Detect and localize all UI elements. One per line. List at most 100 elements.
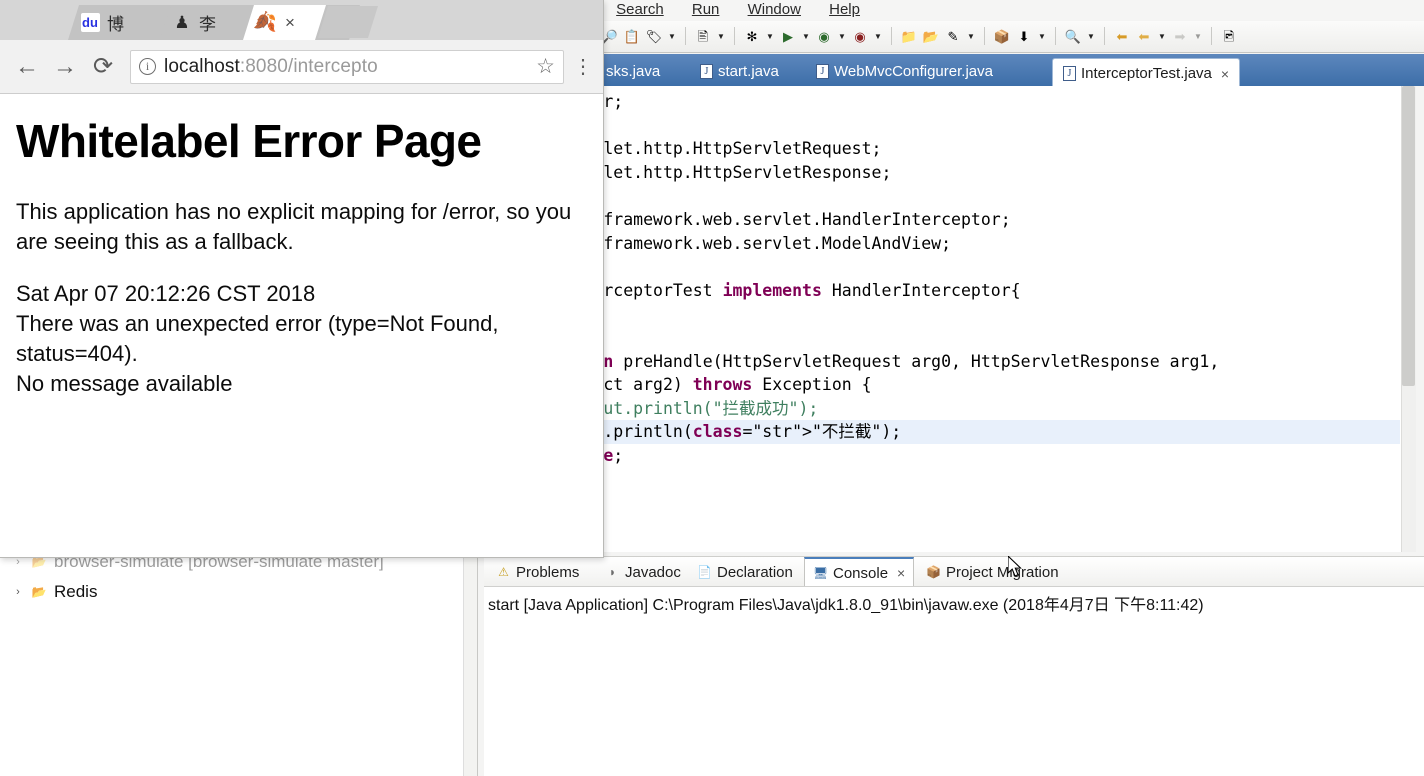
url-path: :8080/intercepto (239, 55, 378, 77)
browser-tab-4-active[interactable]: 🍂 × (243, 5, 326, 40)
bookmark-star-icon[interactable]: ☆ (536, 54, 555, 79)
chrome-menu-icon[interactable]: ⋮ (570, 57, 596, 77)
open-type-icon[interactable]: 🖹 (693, 25, 713, 47)
debug-icon[interactable]: ✻ (742, 25, 762, 47)
url-host: localhost (164, 55, 240, 77)
browser-tab-title: 李 (199, 15, 216, 35)
toolbar-separator (891, 27, 892, 45)
back-star-icon[interactable]: ⬅ (1112, 25, 1132, 47)
code-line: System.out.println(class="str">"不拦截"); (502, 420, 1400, 444)
reload-button[interactable]: ⟳ (84, 48, 122, 86)
open-folder-icon[interactable]: 📂 (921, 25, 941, 47)
page-error-detail: There was an unexpected error (type=Not … (16, 310, 499, 366)
editor-tab-strip: sks.java J start.java J WebMvcConfigurer… (484, 54, 1424, 88)
code-editor[interactable]: lkl.browser; javax.servlet.http.HttpServl… (484, 86, 1416, 552)
declaration-icon: 📄 (697, 565, 712, 579)
baidu-favicon: du (82, 15, 98, 30)
site-info-icon[interactable]: i (139, 58, 156, 75)
project-migration-icon: 📦 (926, 565, 941, 579)
bottom-tab-label: Javadoc (625, 563, 681, 581)
screen: Search Run Window Help 🔎 📋 🏷 ▼ 🖹 ▼ ✻ ▼ ▶… (0, 0, 1424, 776)
java-file-icon: J (816, 63, 829, 79)
package-icon[interactable]: 📦 (992, 25, 1012, 47)
menu-item-search[interactable]: Search (604, 0, 676, 20)
restore-perspective-icon[interactable]: 🖻 (1219, 25, 1239, 47)
page-content: Whitelabel Error Page This application h… (0, 94, 603, 557)
new-folder-icon[interactable]: 📁 (899, 25, 919, 47)
code-line: javax.servlet.http.HttpServletResponse; (504, 162, 892, 182)
menu-item-help[interactable]: Help (817, 0, 872, 20)
problems-icon: ⚠ (498, 565, 509, 579)
package-explorer[interactable]: › 📂 browser-simulate [browser-simulate m… (0, 552, 478, 776)
tab-problems[interactable]: ⚠ Problems (488, 559, 587, 585)
run-external-tools-icon[interactable]: ◉ (814, 25, 834, 47)
new-class-icon[interactable]: 🏷 (644, 25, 664, 47)
code-line: Object arg2) throws Exception { (564, 375, 872, 395)
chevron-down-icon[interactable]: ▼ (965, 25, 977, 47)
chevron-down-icon[interactable]: ▼ (715, 25, 727, 47)
tree-item-redis[interactable]: › 📂 Redis (0, 580, 477, 604)
chevron-down-icon[interactable]: ▼ (1156, 25, 1168, 47)
editor-tab-webmvcconfigurer-java[interactable]: J WebMvcConfigurer.java (806, 56, 1003, 86)
new-java-project-icon[interactable]: 📋 (622, 25, 642, 47)
chevron-down-icon[interactable]: ▼ (1192, 25, 1204, 47)
bottom-tab-label: Console (833, 564, 889, 582)
search-icon[interactable]: 🔍 (1063, 25, 1083, 47)
editor-tab-tasks-java[interactable]: sks.java (596, 56, 670, 86)
browser-tab-1[interactable]: du 博 (68, 5, 176, 40)
run-icon[interactable]: ▶ (778, 25, 798, 47)
browser-omnibox-bar: ← → ⟳ i localhost:8080/intercepto ☆ ⋮ (0, 40, 603, 94)
toolbar-separator (734, 27, 735, 45)
chevron-down-icon[interactable]: ▼ (1036, 25, 1048, 47)
project-icon: 📂 (31, 585, 47, 599)
forward-button[interactable]: → (46, 48, 84, 86)
coverage-icon[interactable]: ◉ (850, 25, 870, 47)
chevron-right-icon[interactable]: › (12, 586, 24, 598)
page-message: No message available (16, 370, 233, 396)
close-icon[interactable]: × (285, 13, 295, 33)
editor-tab-label: InterceptorTest.java (1081, 65, 1212, 82)
page-title: Whitelabel Error Page (16, 115, 482, 167)
address-bar-url: localhost:8080/intercepto (164, 56, 378, 78)
code-line: org.springframework.web.servlet.HandlerI… (504, 209, 1011, 229)
bottom-tab-label: Problems (516, 563, 580, 581)
tab-project-migration[interactable]: 📦 Project Migration (918, 559, 1067, 585)
editor-vertical-scrollbar[interactable] (1401, 86, 1416, 552)
package-explorer-scrollbar[interactable] (463, 552, 477, 776)
editor-tab-interceptortest-java[interactable]: J InterceptorTest.java × (1052, 58, 1241, 88)
chevron-down-icon[interactable]: ▼ (666, 25, 678, 47)
close-icon[interactable]: × (897, 565, 905, 581)
download-icon[interactable]: ⬇ (1014, 25, 1034, 47)
chevron-down-icon[interactable]: ▼ (1085, 25, 1097, 47)
menu-item-window[interactable]: Window (736, 0, 813, 20)
page-timestamp: Sat Apr 07 20:12:26 CST 2018 (16, 280, 316, 306)
chevron-down-icon[interactable]: ▼ (872, 25, 884, 47)
scrollbar-thumb[interactable] (1402, 86, 1415, 386)
edit-icon[interactable]: ✎ (943, 25, 963, 47)
menu-item-run[interactable]: Run (680, 0, 732, 20)
code-line: javax.servlet.http.HttpServletRequest; (504, 139, 882, 159)
chevron-down-icon[interactable]: ▼ (800, 25, 812, 47)
console-icon: 🖥 (812, 566, 829, 580)
chevron-down-icon[interactable]: ▼ (836, 25, 848, 47)
code-line: lkl.browser; (502, 90, 1400, 114)
chevron-down-icon[interactable]: ▼ (764, 25, 776, 47)
back-icon[interactable]: ⬅ (1134, 25, 1154, 47)
code-line: class InterceptorTest implements Handler… (504, 280, 1021, 300)
tab-javadoc[interactable]: ◗ Javadoc (597, 559, 689, 585)
back-button[interactable]: ← (8, 48, 46, 86)
console-view[interactable]: start [Java Application] C:\Program File… (484, 586, 1424, 776)
editor-tab-start-java[interactable]: J start.java (690, 56, 789, 86)
tab-console[interactable]: 🖥 Console × (804, 557, 915, 587)
tab-declaration[interactable]: 📄 Declaration (689, 559, 801, 585)
java-file-icon: J (700, 63, 713, 79)
forward-icon[interactable]: ➡ (1170, 25, 1190, 47)
address-bar[interactable]: i localhost:8080/intercepto ☆ (130, 49, 564, 84)
close-icon[interactable]: × (1221, 66, 1229, 82)
new-tab-button[interactable] (318, 6, 378, 38)
code-line: //System.out.println("拦截成功"); (504, 398, 819, 418)
toolbar-separator (1211, 27, 1212, 45)
